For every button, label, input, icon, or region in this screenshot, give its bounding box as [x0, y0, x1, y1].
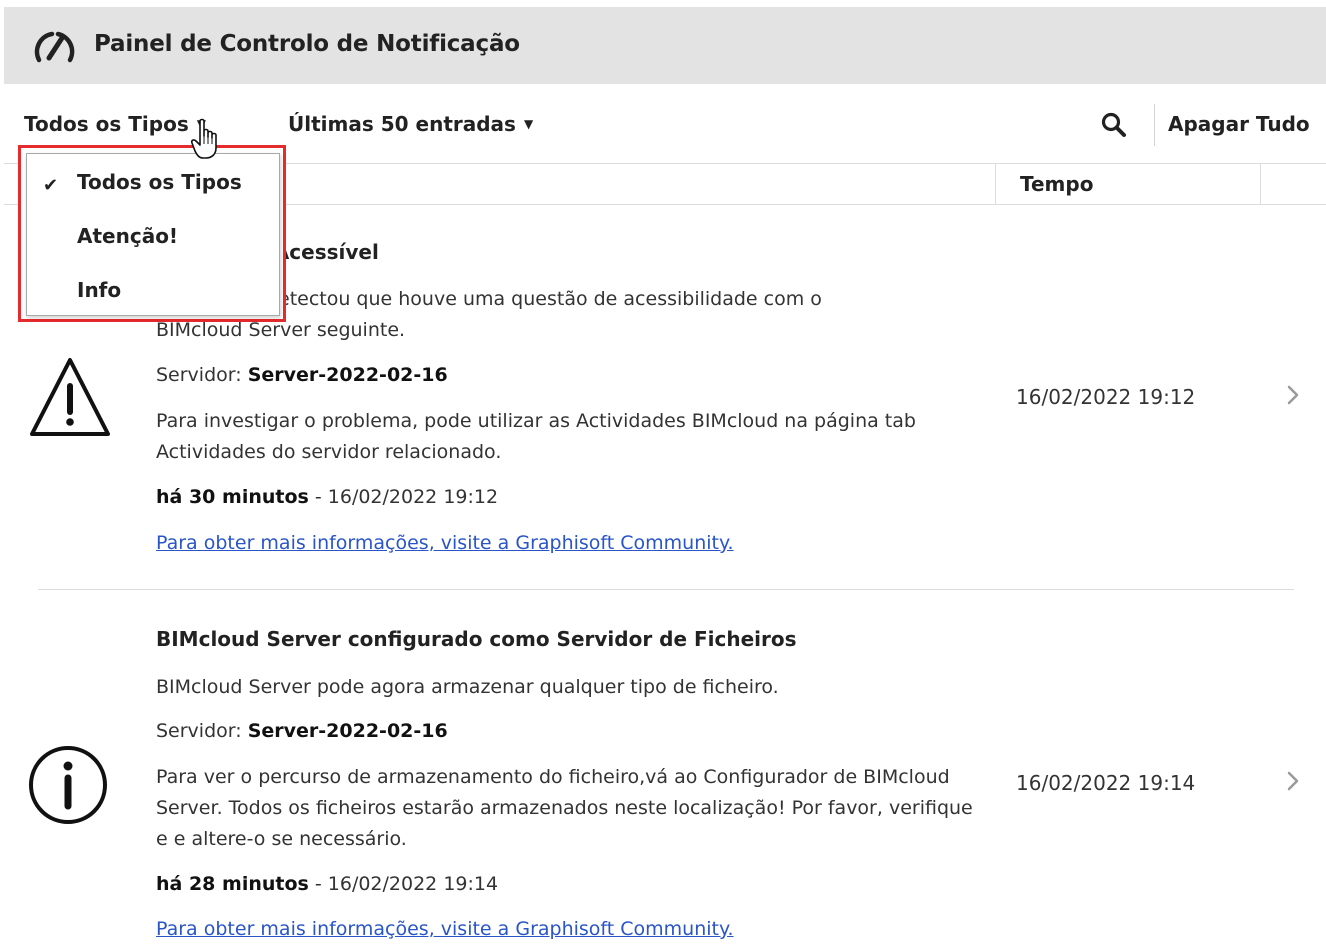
age-timestamp: - 16/02/2022 19:14 — [308, 873, 499, 895]
age-relative: há 30 minutos — [156, 486, 309, 508]
toolbar-divider — [1154, 104, 1155, 146]
checkmark-icon: ✔ — [43, 175, 59, 196]
search-icon[interactable] — [1100, 111, 1128, 139]
info-icon — [29, 746, 107, 824]
menu-item-all-types[interactable]: Todos os Tipos — [77, 170, 242, 194]
title-bar: Painel de Controlo de Notificação — [4, 7, 1326, 84]
community-link[interactable]: Para obter mais informações, visite a Gr… — [156, 532, 734, 554]
notification-age: há 28 minutos - 16/02/2022 19:14 — [156, 869, 976, 900]
page-title: Painel de Controlo de Notificação — [94, 31, 520, 57]
type-filter-label: Todos os Tipos — [24, 112, 189, 136]
server-value: Server-2022-02-16 — [247, 720, 448, 742]
server-label: Servidor: — [156, 720, 242, 742]
age-relative: há 28 minutos — [156, 873, 309, 895]
chevron-right-icon[interactable] — [1284, 769, 1302, 793]
server-value: Server-2022-02-16 — [247, 364, 448, 386]
notification-age: há 30 minutos - 16/02/2022 19:12 — [156, 482, 976, 513]
menu-item-info[interactable]: Info — [77, 278, 121, 302]
entries-filter-dropdown[interactable]: Últimas 50 entradas ▼ — [288, 112, 533, 136]
column-divider — [1260, 164, 1261, 204]
notification-description: etectou que houve uma questão de acessib… — [278, 288, 822, 310]
notification-server: Servidor: Server-2022-02-16 — [156, 360, 976, 391]
column-divider — [995, 164, 996, 204]
notification-time: 16/02/2022 19:12 — [1016, 385, 1196, 409]
age-timestamp: - 16/02/2022 19:12 — [308, 486, 499, 508]
type-filter-menu-highlight: ✔ Todos os Tipos Atenção! Info — [18, 145, 286, 322]
hand-cursor-icon — [191, 118, 217, 159]
time-column-header[interactable]: Tempo — [1020, 172, 1093, 196]
warning-icon — [30, 358, 110, 436]
notification-description: BIMcloud Server pode agora armazenar qua… — [156, 676, 779, 698]
notification-server: Servidor: Server-2022-02-16 — [156, 716, 976, 747]
caret-down-icon: ▼ — [523, 116, 534, 131]
gauge-icon — [34, 31, 75, 63]
type-filter-menu: ✔ Todos os Tipos Atenção! Info — [26, 153, 280, 316]
menu-item-attention[interactable]: Atenção! — [77, 224, 178, 248]
notification-time: 16/02/2022 19:14 — [1016, 771, 1196, 795]
community-link[interactable]: Para obter mais informações, visite a Gr… — [156, 918, 734, 940]
notification-detail: Para ver o percurso de armazenamento do … — [156, 766, 973, 850]
notification-title: BIMcloud Server configurado como Servido… — [156, 627, 797, 651]
row-divider — [38, 589, 1294, 590]
notification-detail: Para investigar o problema, pode utiliza… — [156, 410, 916, 463]
type-filter-dropdown[interactable]: Todos os Tipos▼ — [24, 112, 206, 136]
chevron-right-icon[interactable] — [1284, 383, 1302, 407]
entries-filter-label: Últimas 50 entradas — [288, 112, 516, 136]
clear-all-button[interactable]: Apagar Tudo — [1168, 112, 1310, 136]
server-label: Servidor: — [156, 364, 242, 386]
